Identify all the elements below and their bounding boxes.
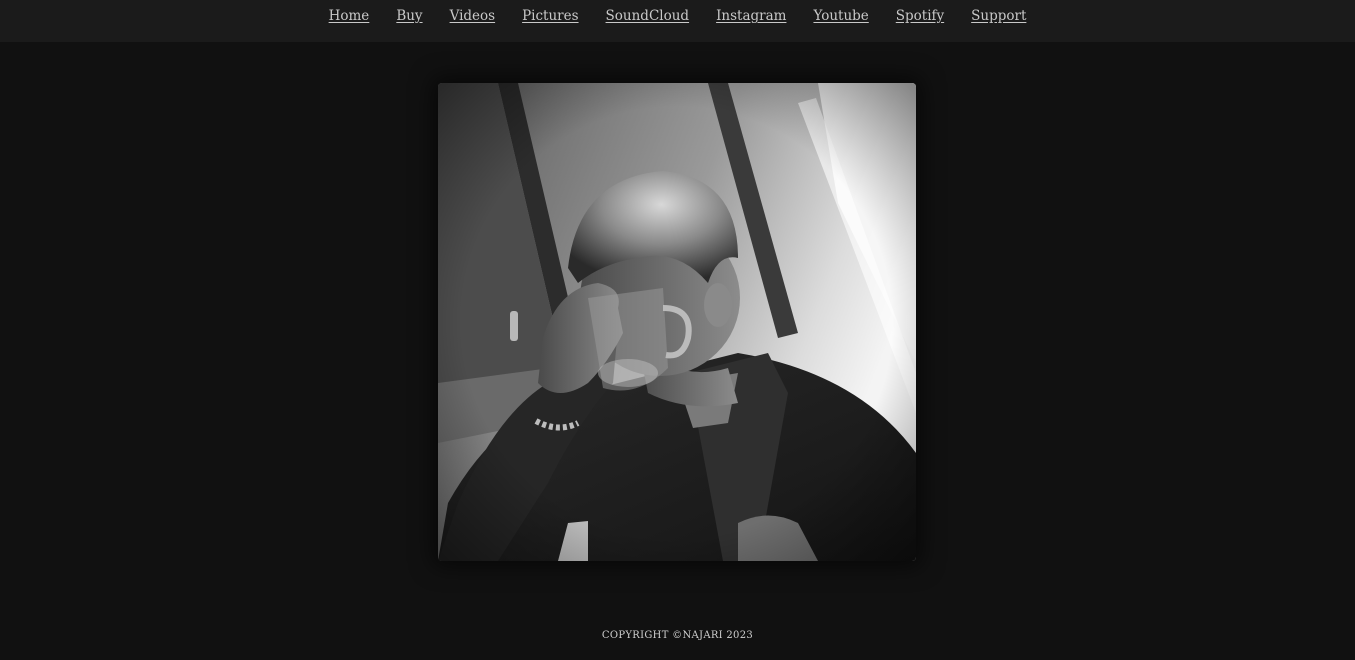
nav-link-pictures[interactable]: Pictures: [522, 8, 578, 24]
nav-link-videos[interactable]: Videos: [450, 8, 496, 24]
nav-link-instagram[interactable]: Instagram: [716, 8, 786, 24]
top-navigation-bar: Home Buy Videos Pictures SoundCloud Inst…: [0, 0, 1355, 42]
nav-link-home[interactable]: Home: [329, 8, 370, 24]
main-nav: Home Buy Videos Pictures SoundCloud Inst…: [0, 8, 1355, 24]
nav-link-support[interactable]: Support: [971, 8, 1026, 24]
nav-link-youtube[interactable]: Youtube: [813, 8, 868, 24]
portrait-photo-image: [438, 83, 916, 561]
nav-link-buy[interactable]: Buy: [396, 8, 422, 24]
footer-copyright: COPYRIGHT ©NAJARI 2023: [601, 630, 754, 641]
nav-link-soundcloud[interactable]: SoundCloud: [606, 8, 690, 24]
portrait-photo: [438, 83, 916, 561]
nav-link-spotify[interactable]: Spotify: [896, 8, 944, 24]
